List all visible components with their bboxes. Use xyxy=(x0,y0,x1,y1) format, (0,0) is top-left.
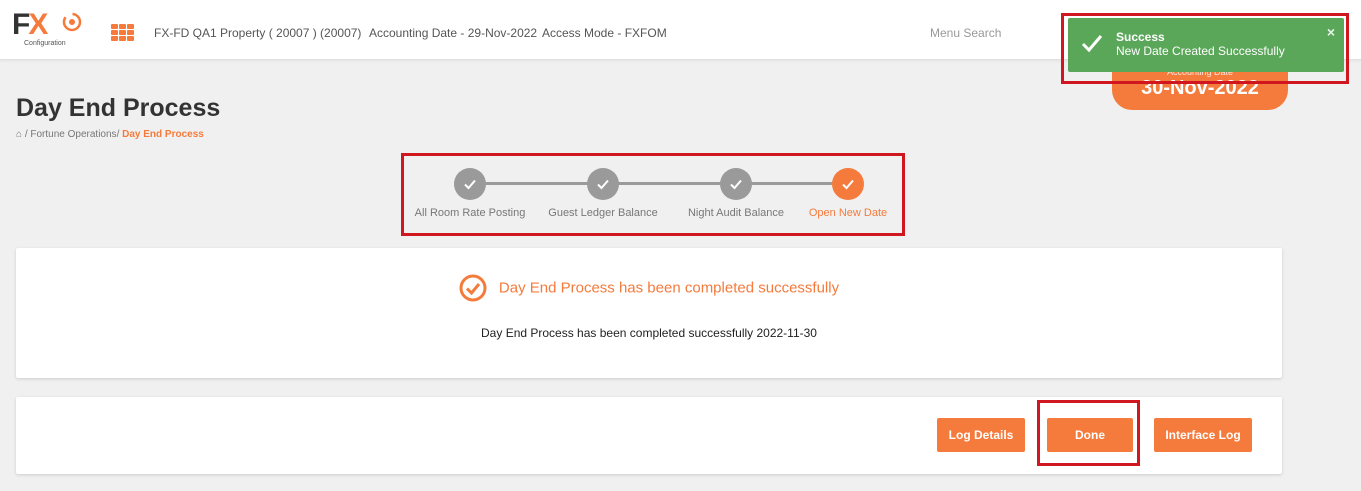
step-4-check-icon xyxy=(832,168,864,200)
step-label-all-room-rate-posting: All Room Rate Posting xyxy=(414,207,526,219)
step-2-check-icon xyxy=(587,168,619,200)
success-heading-text: Day End Process has been completed succe… xyxy=(498,279,840,297)
step-label-night-audit-balance: Night Audit Balance xyxy=(687,207,785,219)
success-heading: Day End Process has been completed succe… xyxy=(16,274,1282,302)
step-connector xyxy=(736,182,846,185)
step-label-open-new-date: Open New Date xyxy=(808,207,888,219)
success-message: Day End Process has been completed succe… xyxy=(481,326,817,340)
page-title: Day End Process xyxy=(16,94,221,122)
check-circle-icon xyxy=(459,274,487,302)
step-1-check-icon xyxy=(454,168,486,200)
step-3-check-icon xyxy=(720,168,752,200)
access-mode-label: Access Mode - FXFOM xyxy=(542,26,667,40)
app-logo[interactable]: FX Configuration xyxy=(12,8,92,54)
toast-highlight-box xyxy=(1061,13,1349,84)
breadcrumb-current: Day End Process xyxy=(122,129,204,140)
done-highlight-box xyxy=(1037,400,1140,466)
breadcrumb-section[interactable]: Fortune Operations xyxy=(30,129,116,140)
logo-subtitle: Configuration xyxy=(24,40,66,47)
step-label-guest-ledger-balance: Guest Ledger Balance xyxy=(548,207,658,219)
logo-text: FX xyxy=(12,8,48,41)
home-icon[interactable]: ⌂ xyxy=(16,129,22,140)
property-name: FX-FD QA1 Property ( 20007 ) (20007) xyxy=(154,26,362,40)
breadcrumb: ⌂ / Fortune Operations/ Day End Process xyxy=(16,129,204,140)
apps-grid-icon[interactable] xyxy=(111,24,134,41)
progress-stepper: All Room Rate Posting Guest Ledger Balan… xyxy=(401,153,905,236)
interface-log-button[interactable]: Interface Log xyxy=(1154,418,1252,452)
log-details-button[interactable]: Log Details xyxy=(937,418,1025,452)
result-panel: Day End Process has been completed succe… xyxy=(16,248,1282,378)
step-connector xyxy=(603,182,734,185)
step-connector xyxy=(470,182,601,185)
menu-search-input[interactable] xyxy=(930,26,1070,40)
logo-ring-icon xyxy=(62,12,82,32)
accounting-date-label: Accounting Date - 29-Nov-2022 xyxy=(369,26,538,40)
